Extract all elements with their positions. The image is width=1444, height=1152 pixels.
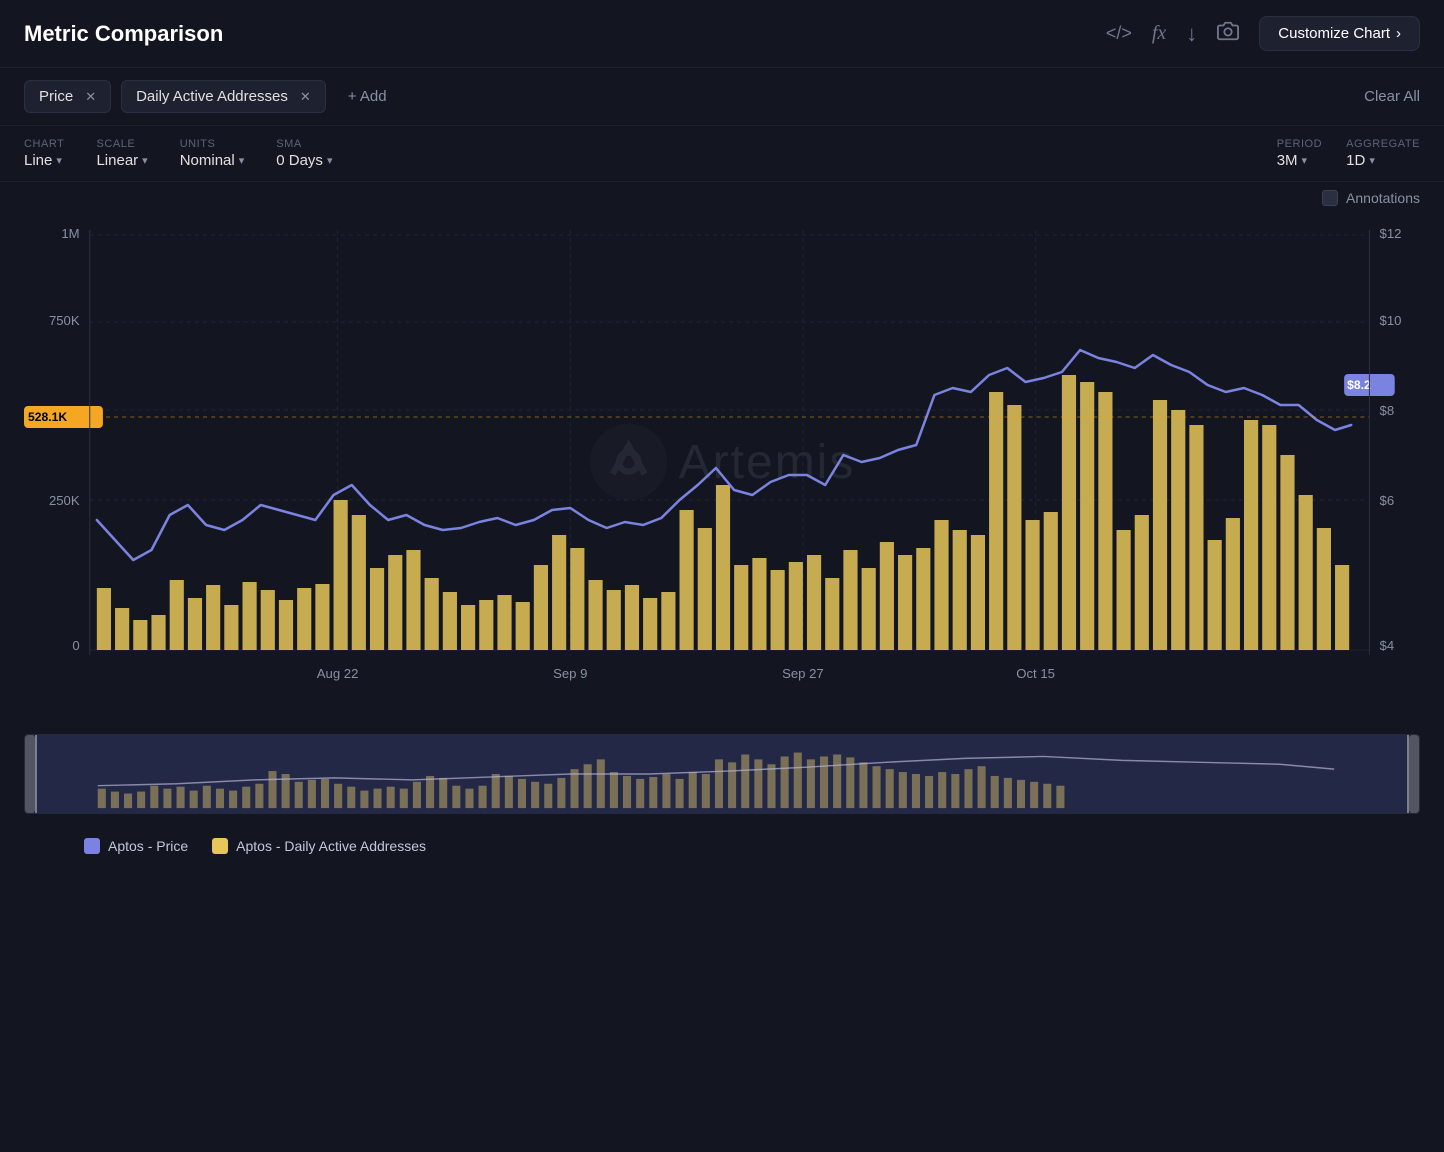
aggregate-chevron-icon: ▾: [1369, 154, 1375, 167]
svg-text:$6: $6: [1380, 493, 1395, 508]
metrics-bar: Price ✕ Daily Active Addresses ✕ + Add C…: [0, 68, 1444, 126]
download-icon[interactable]: ↓: [1186, 21, 1197, 47]
daa-tag[interactable]: Daily Active Addresses ✕: [121, 80, 326, 113]
svg-text:0: 0: [72, 638, 79, 653]
svg-text:528.1K: 528.1K: [28, 410, 67, 424]
svg-text:Sep 27: Sep 27: [782, 666, 824, 681]
period-select[interactable]: 3M ▾: [1277, 152, 1322, 169]
svg-text:250K: 250K: [49, 493, 80, 508]
sma-select[interactable]: 0 Days ▾: [276, 152, 332, 169]
chart-control: CHART Line ▾: [24, 138, 64, 169]
sma-control: SMA 0 Days ▾: [276, 138, 332, 169]
legend-color-daa: [212, 838, 228, 854]
camera-icon[interactable]: [1217, 20, 1239, 47]
header-actions: </> fx ↓ Customize Chart ›: [1106, 16, 1420, 51]
units-select[interactable]: Nominal ▾: [180, 152, 245, 169]
chart-type-select[interactable]: Line ▾: [24, 152, 64, 169]
controls-right: PERIOD 3M ▾ AGGREGATE 1D ▾: [1277, 138, 1420, 169]
svg-text:Aug 22: Aug 22: [317, 666, 359, 681]
add-metric-button[interactable]: + Add: [336, 81, 399, 112]
customize-chart-button[interactable]: Customize Chart ›: [1259, 16, 1420, 51]
svg-text:$12: $12: [1380, 226, 1402, 241]
svg-text:750K: 750K: [49, 313, 80, 328]
aggregate-control: AGGREGATE 1D ▾: [1346, 138, 1420, 169]
annotations-row: Annotations: [0, 182, 1444, 206]
period-control: PERIOD 3M ▾: [1277, 138, 1322, 169]
mini-chart[interactable]: [24, 734, 1420, 814]
price-tag[interactable]: Price ✕: [24, 80, 111, 113]
period-chevron-icon: ▾: [1302, 154, 1308, 167]
scale-select[interactable]: Linear ▾: [96, 152, 147, 169]
mini-chart-selection[interactable]: [35, 735, 1409, 813]
controls-bar: CHART Line ▾ SCALE Linear ▾ UNITS Nomina…: [0, 126, 1444, 182]
svg-text:$10: $10: [1380, 313, 1402, 328]
mini-handle-right[interactable]: [1409, 735, 1419, 813]
page-title: Metric Comparison: [24, 21, 223, 47]
svg-text:$4: $4: [1380, 638, 1395, 653]
header: Metric Comparison </> fx ↓ Customize Cha…: [0, 0, 1444, 68]
scale-chevron-icon: ▾: [142, 154, 148, 167]
chart-chevron-icon: ▾: [56, 154, 62, 167]
svg-text:$8: $8: [1380, 403, 1395, 418]
svg-text:Oct 15: Oct 15: [1016, 666, 1055, 681]
aggregate-select[interactable]: 1D ▾: [1346, 152, 1420, 169]
legend-item-daa: Aptos - Daily Active Addresses: [212, 838, 426, 854]
chart-wrapper: Artemis 1M 750K 500K 250K 0 $12 $10 $8 $…: [24, 210, 1420, 730]
annotations-checkbox[interactable]: [1322, 190, 1338, 206]
main-chart: 1M 750K 500K 250K 0 $12 $10 $8 $6 $4: [24, 210, 1420, 730]
price-close-icon[interactable]: ✕: [85, 89, 96, 105]
units-chevron-icon: ▾: [239, 154, 245, 167]
legend-color-price: [84, 838, 100, 854]
chart-legend: Aptos - Price Aptos - Daily Active Addre…: [24, 826, 1420, 862]
clear-all-button[interactable]: Clear All: [1364, 88, 1420, 105]
sma-chevron-icon: ▾: [327, 154, 333, 167]
formula-icon[interactable]: fx: [1152, 22, 1166, 45]
annotations-label: Annotations: [1346, 190, 1420, 206]
code-icon[interactable]: </>: [1106, 23, 1132, 44]
mini-handle-left[interactable]: [25, 735, 35, 813]
svg-text:1M: 1M: [61, 226, 79, 241]
legend-item-price: Aptos - Price: [84, 838, 188, 854]
scale-control: SCALE Linear ▾: [96, 138, 147, 169]
units-control: UNITS Nominal ▾: [180, 138, 245, 169]
svg-text:Sep 9: Sep 9: [553, 666, 587, 681]
svg-text:$8.2: $8.2: [1347, 378, 1371, 392]
chart-area: Artemis 1M 750K 500K 250K 0 $12 $10 $8 $…: [0, 206, 1444, 1152]
daa-close-icon[interactable]: ✕: [300, 89, 311, 105]
